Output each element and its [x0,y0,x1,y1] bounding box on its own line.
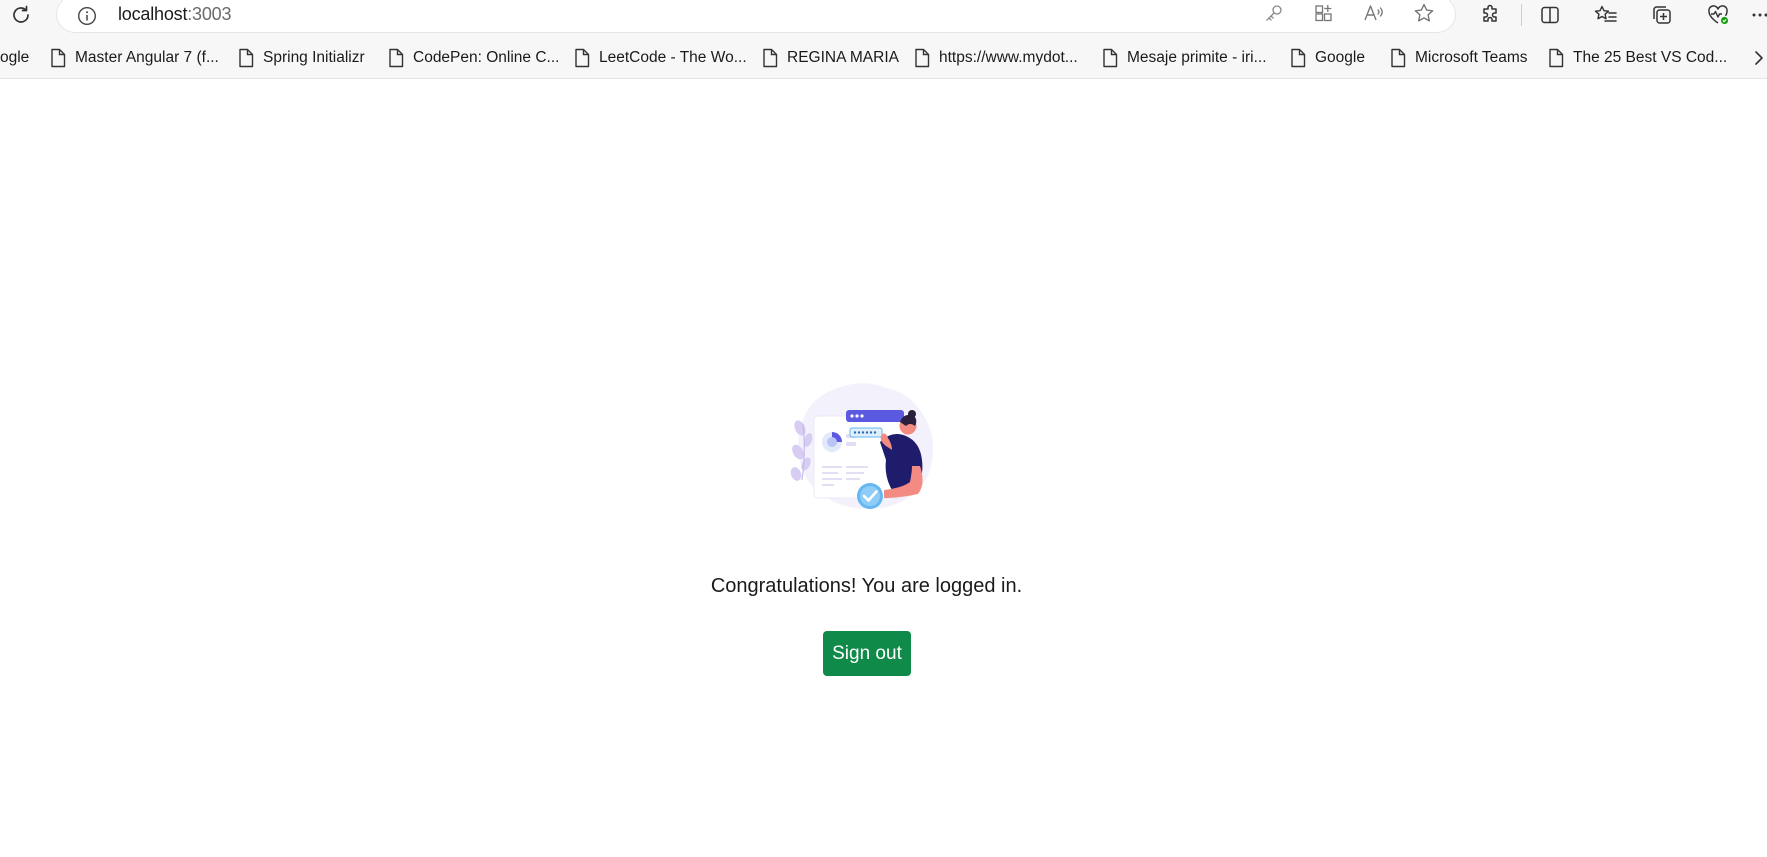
favorite-label: LeetCode - The Wo... [599,49,747,66]
favorite-label: ogle [0,49,30,66]
favorite-item[interactable]: Mesaje primite - iri... [1102,46,1267,70]
address-bar[interactable]: localhost:3003 [57,0,1455,32]
login-success-illustration [788,380,948,516]
favorite-item[interactable]: Master Angular 7 (f... [50,46,219,70]
split-screen-icon[interactable] [1536,1,1564,29]
favorite-label: REGINA MARIA [787,49,899,66]
heart-pulse-icon[interactable] [1704,1,1732,29]
key-icon[interactable] [1261,0,1287,26]
favorite-item[interactable]: Microsoft Teams [1390,46,1528,70]
favorite-label: Microsoft Teams [1415,49,1528,66]
page-icon [51,48,66,68]
favorite-item[interactable]: CodePen: Online C... [388,46,559,70]
page-icon [1291,48,1306,68]
favorite-label: Google [1315,49,1365,66]
favorite-label: https://www.mydot... [939,49,1078,66]
favorites-list-icon[interactable] [1592,1,1620,29]
favorite-item[interactable]: LeetCode - The Wo... [574,46,747,70]
sign-out-button[interactable]: Sign out [823,631,911,676]
page-icon [763,48,778,68]
page-icon [1103,48,1118,68]
favorite-item[interactable]: ogle [0,46,29,70]
apps-icon[interactable] [1311,0,1337,26]
info-icon[interactable] [77,6,97,26]
page-icon [239,48,254,68]
page-icon [389,48,404,68]
url-text[interactable]: localhost:3003 [118,4,231,25]
favorite-item[interactable]: REGINA MARIA [762,46,899,70]
browser-toolbar: localhost:3003 [0,0,1767,36]
login-success-message: Congratulations! You are logged in. [710,575,1023,597]
read-aloud-icon[interactable] [1361,0,1387,26]
favorite-label: Spring Initializr [263,49,365,66]
page-icon [915,48,930,68]
favorite-item[interactable]: https://www.mydot... [914,46,1078,70]
url-host: localhost [118,4,188,24]
reload-icon[interactable] [8,2,34,28]
star-icon[interactable] [1411,0,1437,26]
collections-icon[interactable] [1648,1,1676,29]
favorite-item[interactable]: Google [1290,46,1365,70]
more-icon[interactable] [1750,1,1767,29]
favorite-item[interactable]: The 25 Best VS Cod... [1548,46,1727,70]
favorite-label: Master Angular 7 (f... [75,49,219,66]
puzzle-icon[interactable] [1477,1,1505,29]
url-port: :3003 [187,4,232,24]
page-icon [1391,48,1406,68]
favorite-label: Mesaje primite - iri... [1127,49,1267,66]
favorite-label: The 25 Best VS Cod... [1573,49,1728,66]
toolbar-divider [1521,4,1522,26]
favorite-item[interactable]: Spring Initializr [238,46,365,70]
page-icon [1549,48,1564,68]
page-icon [575,48,590,68]
favorites-bar: ogle Master Angular 7 (f... Spring Initi… [0,36,1767,79]
favorite-label: CodePen: Online C... [413,49,560,66]
chevron-right-icon[interactable] [1752,48,1766,68]
